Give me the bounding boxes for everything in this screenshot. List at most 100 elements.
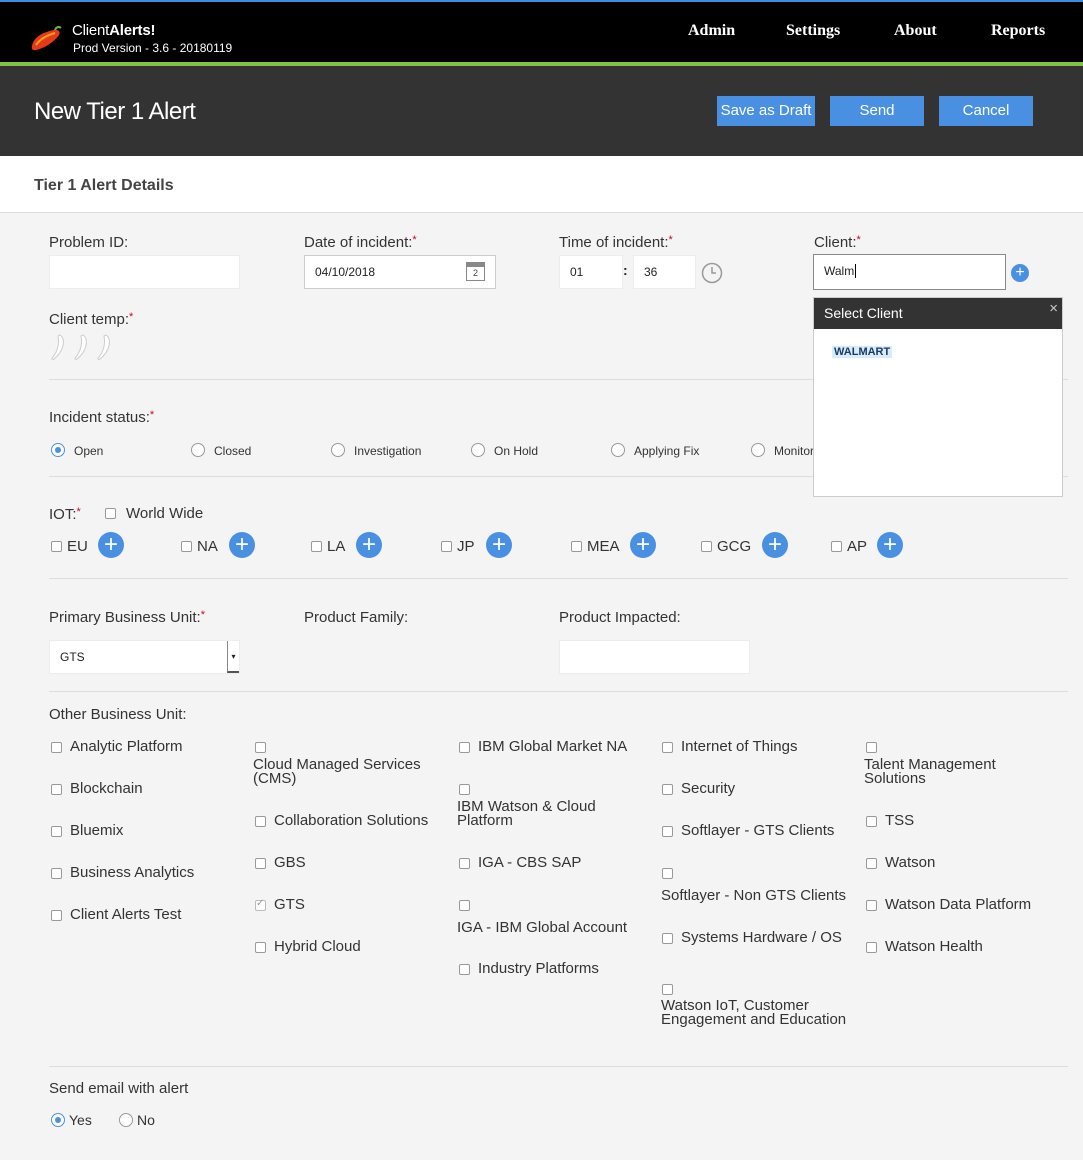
time-minute-input[interactable]: 36: [633, 255, 696, 289]
iot-na-checkbox[interactable]: [181, 541, 192, 552]
bu-softlayer-gts-label: Softlayer - GTS Clients: [681, 822, 835, 839]
bu-systems-hardware-checkbox[interactable]: [662, 933, 673, 944]
send-button[interactable]: Send: [830, 96, 924, 126]
iot-jp-add-button[interactable]: +: [486, 532, 512, 558]
problem-id-label-text: Problem ID:: [49, 234, 129, 251]
bu-blockchain-checkbox[interactable]: [51, 784, 62, 795]
bu-iga-cbs-sap-label: IGA - CBS SAP: [478, 854, 582, 871]
save-draft-button[interactable]: Save as Draft: [717, 96, 815, 126]
iot-na-add-button[interactable]: +: [229, 532, 255, 558]
bu-iga-cbs-sap-checkbox[interactable]: [459, 858, 470, 869]
iot-na-label: NA: [197, 538, 218, 555]
iot-eu-add-button[interactable]: +: [98, 532, 124, 558]
primary-bu-select[interactable]: GTS ▾: [49, 640, 240, 674]
bu-hybrid-cloud-checkbox[interactable]: [255, 942, 266, 953]
status-monitor-radio[interactable]: [751, 443, 765, 457]
iot-ap-add-button[interactable]: +: [877, 532, 903, 558]
bu-security-label: Security: [681, 780, 736, 797]
iot-gcg-add-button[interactable]: +: [762, 532, 788, 558]
bu-watson-checkbox[interactable]: [866, 858, 877, 869]
product-impacted-input[interactable]: [559, 640, 750, 674]
iot-jp-checkbox[interactable]: [441, 541, 452, 552]
iot-mea-checkbox[interactable]: [571, 541, 582, 552]
close-icon[interactable]: ×: [1049, 293, 1058, 324]
world-wide-label: World Wide: [126, 505, 204, 522]
bu-watson-label: Watson: [885, 854, 936, 871]
email-yes-label: Yes: [69, 1112, 92, 1128]
nav-about[interactable]: About: [894, 22, 937, 40]
time-hour-input[interactable]: 01: [559, 255, 623, 289]
incident-status-label: Incident status:*: [49, 409, 154, 426]
bu-ibm-global-market-na-checkbox[interactable]: [459, 742, 470, 753]
pepper-icon: [74, 334, 87, 360]
pepper-icon: [51, 334, 64, 360]
bu-softlayer-gts-checkbox[interactable]: [662, 826, 673, 837]
client-temp-selector[interactable]: [50, 333, 120, 363]
divider: [49, 1066, 1068, 1067]
bu-softlayer-non-gts-checkbox[interactable]: [662, 868, 673, 879]
status-closed-radio[interactable]: [191, 443, 205, 457]
add-client-button[interactable]: +: [1011, 264, 1029, 282]
status-on-hold-radio[interactable]: [471, 443, 485, 457]
required-marker: *: [200, 609, 205, 621]
client-temp-label-text: Client temp:: [49, 311, 130, 328]
dropdown-title: Select Client: [824, 305, 903, 321]
bu-internet-of-things-checkbox[interactable]: [662, 742, 673, 753]
status-investigation-radio[interactable]: [331, 443, 345, 457]
iot-label-text: IOT:: [49, 506, 77, 523]
client-value: Walm: [824, 264, 855, 278]
bu-client-alerts-test-checkbox[interactable]: [51, 910, 62, 921]
email-yes-radio[interactable]: [51, 1113, 65, 1127]
bu-gts-checkbox[interactable]: [255, 898, 266, 911]
problem-id-input[interactable]: [49, 255, 240, 289]
bu-watson-iot-checkbox[interactable]: [662, 984, 673, 995]
world-wide-checkbox[interactable]: [105, 508, 116, 519]
status-monitor-label: Monitor: [774, 444, 815, 458]
required-marker: *: [129, 311, 134, 323]
primary-bu-value: GTS: [60, 650, 85, 664]
section-title: Tier 1 Alert Details: [34, 177, 174, 194]
client-option-walmart[interactable]: WALMART: [832, 346, 893, 358]
bu-watson-data-platform-checkbox[interactable]: [866, 900, 877, 911]
bu-ibm-watson-cloud-label: IBM Watson & Cloud Platform: [457, 798, 596, 829]
iot-jp-label: JP: [457, 538, 475, 555]
date-label-text: Date of incident:: [304, 234, 413, 251]
iot-la-checkbox[interactable]: [311, 541, 322, 552]
bu-cms-checkbox[interactable]: [255, 742, 266, 753]
nav-reports[interactable]: Reports: [991, 22, 1045, 40]
dropdown-header: Select Client ×: [814, 298, 1062, 329]
bu-business-analytics-checkbox[interactable]: [51, 868, 62, 879]
bu-bluemix-checkbox[interactable]: [51, 826, 62, 837]
primary-bu-label: Primary Business Unit:*: [49, 609, 205, 626]
email-no-radio[interactable]: [119, 1113, 133, 1127]
bu-industry-platforms-label: Industry Platforms: [478, 960, 599, 977]
nav-settings[interactable]: Settings: [786, 22, 840, 40]
bu-iga-ibm-global-account-checkbox[interactable]: [459, 900, 470, 911]
bu-ibm-watson-cloud-checkbox[interactable]: [459, 784, 470, 795]
bu-collaboration-checkbox[interactable]: [255, 816, 266, 827]
iot-gcg-checkbox[interactable]: [701, 541, 712, 552]
clock-icon[interactable]: [701, 262, 723, 284]
required-marker: *: [412, 234, 417, 246]
iot-eu-checkbox[interactable]: [51, 541, 62, 552]
cancel-button[interactable]: Cancel: [939, 96, 1033, 126]
client-input[interactable]: Walm: [813, 254, 1006, 290]
bu-watson-health-label: Watson Health: [885, 938, 983, 955]
bu-tss-checkbox[interactable]: [866, 816, 877, 827]
bu-watson-health-checkbox[interactable]: [866, 942, 877, 953]
calendar-icon[interactable]: 2: [466, 262, 485, 281]
status-applying-fix-radio[interactable]: [611, 443, 625, 457]
bu-talent-management-checkbox[interactable]: [866, 742, 877, 753]
client-label: Client:*: [814, 234, 861, 251]
status-open-radio[interactable]: [51, 443, 65, 457]
iot-ap-checkbox[interactable]: [831, 541, 842, 552]
iot-la-add-button[interactable]: +: [356, 532, 382, 558]
nav-admin[interactable]: Admin: [688, 22, 735, 40]
bu-security-checkbox[interactable]: [662, 784, 673, 795]
date-label: Date of incident:*: [304, 234, 417, 251]
bu-analytic-platform-checkbox[interactable]: [51, 742, 62, 753]
client-label-text: Client:: [814, 234, 857, 251]
bu-industry-platforms-checkbox[interactable]: [459, 964, 470, 975]
iot-mea-add-button[interactable]: +: [630, 532, 656, 558]
bu-gbs-checkbox[interactable]: [255, 858, 266, 869]
